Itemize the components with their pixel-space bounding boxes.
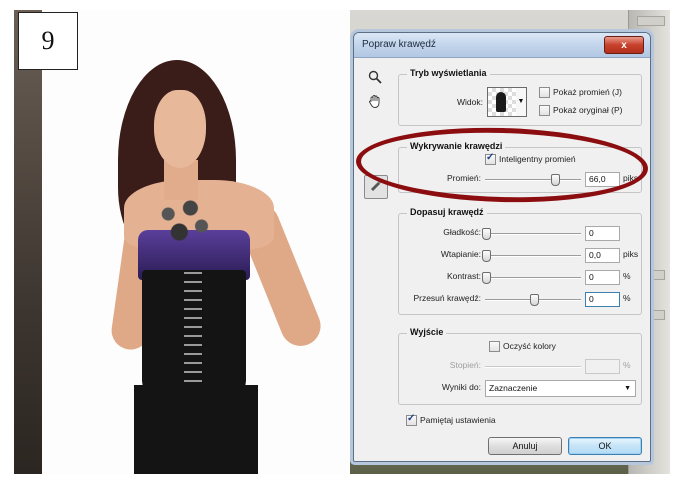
feather-input[interactable]: 0,0 [585,248,620,263]
hand-icon[interactable] [364,93,386,115]
output-legend: Wyjście [407,327,447,337]
zoom-icon[interactable] [364,69,386,91]
photo-background-edge [14,10,42,474]
view-dropdown-chevron-icon[interactable]: ▼ [516,87,527,117]
smooth-slider[interactable] [482,228,581,240]
output-group: Wyjście Oczyść kolory Stopień: % Wyniki … [398,327,642,405]
decontaminate-colors-checkbox[interactable] [489,341,500,352]
refine-edge-dialog: Popraw krawędź x Tryb wyświetlania Widok… [353,32,651,462]
amount-slider [485,366,581,368]
subject-face [154,90,206,168]
chevron-down-icon: ▼ [624,385,631,392]
show-radius-label: Pokaż promień (J) [553,87,622,97]
feather-label: Wtapianie: [440,249,481,259]
subject-lacing [184,272,202,396]
show-original-checkbox[interactable] [539,105,550,116]
subject-jeans [134,385,258,474]
view-thumbnail[interactable] [487,87,517,117]
contrast-input[interactable]: 0 [585,270,620,285]
remember-settings-checkbox[interactable] [406,413,417,426]
smooth-input[interactable]: 0 [585,226,620,241]
shift-edge-unit: % [623,293,631,303]
contrast-slider[interactable] [482,272,581,284]
amount-label: Stopień: [449,360,481,370]
shift-edge-label: Przesuń krawędź: [413,293,481,303]
close-icon: x [621,39,627,51]
dialog-titlebar[interactable]: Popraw krawędź x [354,33,650,58]
subject-necklace [146,190,220,250]
contrast-slider-thumb[interactable] [482,272,491,284]
decontaminate-colors-label: Oczyść kolory [503,341,556,351]
feather-slider-thumb[interactable] [482,250,491,262]
adjust-edge-group: Dopasuj krawędź Gładkość: 0 Wtapianie: 0… [398,207,642,315]
panel-tab[interactable] [637,16,665,26]
show-original-label: Pokaż oryginał (P) [553,105,623,115]
dialog-title: Popraw krawędź [362,39,436,50]
smooth-label: Gładkość: [443,227,481,237]
view-mode-group: Tryb wyświetlania Widok: ▼ Pokaż promień… [398,68,642,126]
feather-slider[interactable] [482,250,581,262]
close-button[interactable]: x [604,36,644,54]
cancel-button[interactable]: Anuluj [488,437,562,455]
shift-edge-slider-thumb[interactable] [530,294,539,306]
contrast-unit: % [623,271,631,281]
output-to-label: Wyniki do: [441,382,481,392]
shift-edge-slider[interactable] [485,294,581,306]
view-mode-legend: Tryb wyświetlania [407,68,490,78]
feather-unit: piks [623,249,639,259]
view-label: Widok: [457,97,483,107]
amount-input [585,359,620,374]
show-radius-checkbox[interactable] [539,87,550,98]
remember-settings-label: Pamiętaj ustawienia [420,415,496,425]
step-number-box: 9 [18,12,78,70]
smooth-slider-thumb[interactable] [482,228,491,240]
amount-unit: % [623,360,631,370]
photo-canvas [14,10,350,474]
shift-edge-input[interactable]: 0 [585,292,620,307]
output-to-value: Zaznaczenie [489,383,538,393]
adjust-edge-legend: Dopasuj krawędź [407,207,487,217]
output-to-select[interactable]: Zaznaczenie ▼ [485,380,636,397]
ok-button[interactable]: OK [568,437,642,455]
contrast-label: Kontrast: [446,271,481,281]
